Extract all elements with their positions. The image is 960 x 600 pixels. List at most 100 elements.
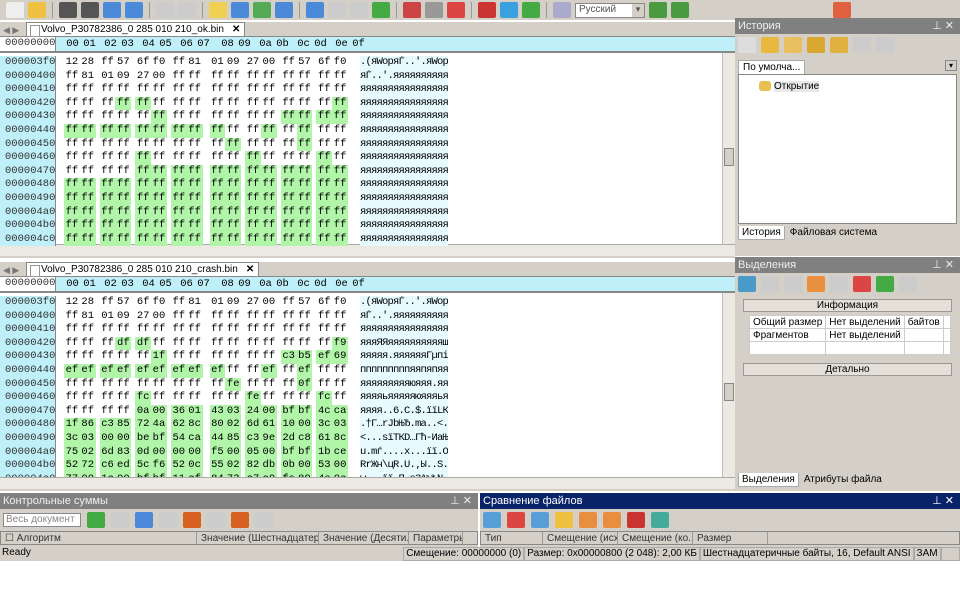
- hex-row[interactable]: 00000490 3c 03 00 00 be bf 54 ca 44 85 c3 9e 2d c8 61 8c…: [0, 431, 735, 446]
- close-icon[interactable]: ✕: [246, 264, 254, 275]
- hex-byte[interactable]: ff: [261, 138, 277, 152]
- diff-byte[interactable]: ce: [332, 445, 348, 460]
- hex-byte[interactable]: ff: [171, 391, 187, 405]
- fullscreen-icon[interactable]: [500, 2, 518, 18]
- hex-byte[interactable]: ff: [245, 124, 261, 138]
- binary-01-icon[interactable]: [478, 2, 496, 18]
- diff-byte[interactable]: ff: [316, 219, 333, 233]
- diff-byte[interactable]: ff: [260, 205, 277, 220]
- sum-settings-icon[interactable]: [255, 512, 273, 528]
- row-ascii[interactable]: яяяяяяяяяяяяяяяя: [360, 205, 448, 220]
- export-icon[interactable]: [275, 2, 293, 18]
- hex-byte[interactable]: ff: [210, 323, 226, 337]
- row-ascii[interactable]: .(яWopяЃ..'.яWop: [360, 56, 448, 70]
- diff-byte[interactable]: ff: [151, 205, 167, 220]
- diff-byte[interactable]: bf: [151, 431, 167, 446]
- close-icon[interactable]: ✕: [232, 24, 240, 35]
- diff-byte[interactable]: ff: [316, 191, 333, 206]
- hex-byte[interactable]: ff: [281, 56, 297, 70]
- hex-byte[interactable]: ff: [281, 391, 297, 405]
- hex-byte[interactable]: ff: [225, 124, 241, 138]
- hex-row[interactable]: 000004a0 75 02 6d 83 0d 00 00 00 f5 00 05 00 bf bf 1b ce…: [0, 445, 735, 460]
- hex-byte[interactable]: ff: [297, 310, 313, 324]
- diff-byte[interactable]: ff: [115, 232, 132, 247]
- diff-byte[interactable]: 3c: [64, 431, 80, 446]
- diff-byte[interactable]: ff: [151, 164, 167, 179]
- scope-select[interactable]: Весь документ: [3, 513, 81, 527]
- diff-byte[interactable]: c0: [260, 472, 277, 477]
- hex-byte[interactable]: ff: [187, 83, 203, 97]
- diff-byte[interactable]: ff: [280, 205, 297, 220]
- hex-byte[interactable]: ff: [225, 151, 241, 165]
- diff-byte[interactable]: 03: [225, 404, 242, 419]
- row-ascii[interactable]: яяяяяяяяяяяяяяяя: [360, 137, 448, 152]
- diff-byte[interactable]: bf: [135, 472, 152, 477]
- hex-row[interactable]: 000004a0 ff ff ff ff ff ff ff ff ff ff ff ff ff ff ff ff…: [0, 205, 735, 220]
- hex-byte[interactable]: ff: [171, 83, 187, 97]
- hex-byte[interactable]: ff: [171, 138, 187, 152]
- diff-byte[interactable]: ff: [64, 205, 80, 220]
- tab-selections[interactable]: Выделения: [738, 473, 799, 487]
- hex-byte[interactable]: ff: [225, 70, 241, 84]
- prev-diff-icon[interactable]: [579, 512, 597, 528]
- hex-byte[interactable]: ff: [281, 364, 297, 378]
- hex-byte[interactable]: ff: [64, 151, 80, 165]
- diff-byte[interactable]: 00: [332, 459, 348, 473]
- hex-byte[interactable]: ff: [281, 296, 297, 310]
- pencil-icon[interactable]: [522, 2, 540, 18]
- diff-byte[interactable]: ff: [99, 232, 116, 247]
- hex-byte[interactable]: ff: [80, 138, 96, 152]
- diff-byte[interactable]: ff: [316, 205, 333, 220]
- diff-byte[interactable]: 52: [170, 459, 187, 473]
- hex-row[interactable]: 00000460 ff ff ff ff fc ff ff ff ff ff fe ff ff ff fc ff…: [0, 391, 735, 405]
- app-logo-icon[interactable]: [833, 2, 851, 18]
- hex-byte[interactable]: ff: [332, 364, 348, 378]
- hex-byte[interactable]: ff: [245, 97, 261, 111]
- tab-crash-file[interactable]: Volvo_P30782386_0 285 010 210_crash.bin ✕: [26, 262, 260, 277]
- diff-byte[interactable]: 61: [316, 431, 333, 446]
- hex-byte[interactable]: ff: [297, 83, 313, 97]
- diff-byte[interactable]: fe: [225, 377, 242, 392]
- hex-byte[interactable]: ff: [135, 138, 151, 152]
- hex-byte[interactable]: ff: [80, 391, 96, 405]
- diff-byte[interactable]: ff: [135, 151, 152, 165]
- hex-byte[interactable]: 09: [225, 56, 241, 70]
- hex-byte[interactable]: ff: [171, 97, 187, 111]
- diff-byte[interactable]: ff: [296, 191, 313, 206]
- hex-byte[interactable]: ff: [115, 110, 131, 124]
- save-all-icon[interactable]: [81, 2, 99, 18]
- row-ascii[interactable]: RrЖн\цR.U.‚Ы..S.: [360, 459, 448, 473]
- sum-edit-icon[interactable]: [231, 512, 249, 528]
- hex-byte[interactable]: ff: [100, 350, 116, 364]
- diff-byte[interactable]: 00: [260, 445, 277, 460]
- hex-byte[interactable]: ff: [187, 97, 203, 111]
- row-ascii[interactable]: яяяяяяяяяяяяяяяя: [360, 83, 448, 97]
- hex-byte[interactable]: ff: [210, 83, 226, 97]
- diff-byte[interactable]: ff: [316, 178, 333, 192]
- hex-byte[interactable]: ff: [332, 138, 348, 152]
- diff-byte[interactable]: bf: [280, 404, 297, 419]
- checksum-icon[interactable]: [425, 2, 443, 18]
- hex-byte[interactable]: ff: [80, 110, 96, 124]
- diff-byte[interactable]: ff: [151, 219, 167, 233]
- hex-byte[interactable]: ff: [135, 378, 151, 392]
- diff-byte[interactable]: 10: [280, 418, 297, 432]
- save-as-icon[interactable]: [103, 2, 121, 18]
- diff-byte[interactable]: ff: [296, 219, 313, 233]
- diff-byte[interactable]: fe: [245, 391, 261, 405]
- diff-byte[interactable]: ff: [79, 219, 96, 233]
- diff-byte[interactable]: 1f: [64, 418, 80, 432]
- hex-byte[interactable]: ff: [151, 83, 167, 97]
- diff-byte[interactable]: ff: [170, 232, 187, 247]
- hex-byte[interactable]: ff: [187, 151, 203, 165]
- diff-byte[interactable]: ff: [170, 219, 187, 233]
- hex-byte[interactable]: 01: [210, 56, 226, 70]
- hex-byte[interactable]: ff: [64, 97, 80, 111]
- diff-byte[interactable]: ff: [260, 219, 277, 233]
- hex-byte[interactable]: ff: [187, 337, 203, 351]
- merge-icon[interactable]: [807, 276, 825, 292]
- diff-byte[interactable]: c3: [99, 418, 116, 432]
- row-ascii[interactable]: яяяяя.яяяяяяГµпi: [360, 350, 448, 364]
- row-ascii[interactable]: w...її.П„sЗАъ‰N.: [360, 472, 448, 477]
- hex-byte[interactable]: ff: [135, 110, 151, 124]
